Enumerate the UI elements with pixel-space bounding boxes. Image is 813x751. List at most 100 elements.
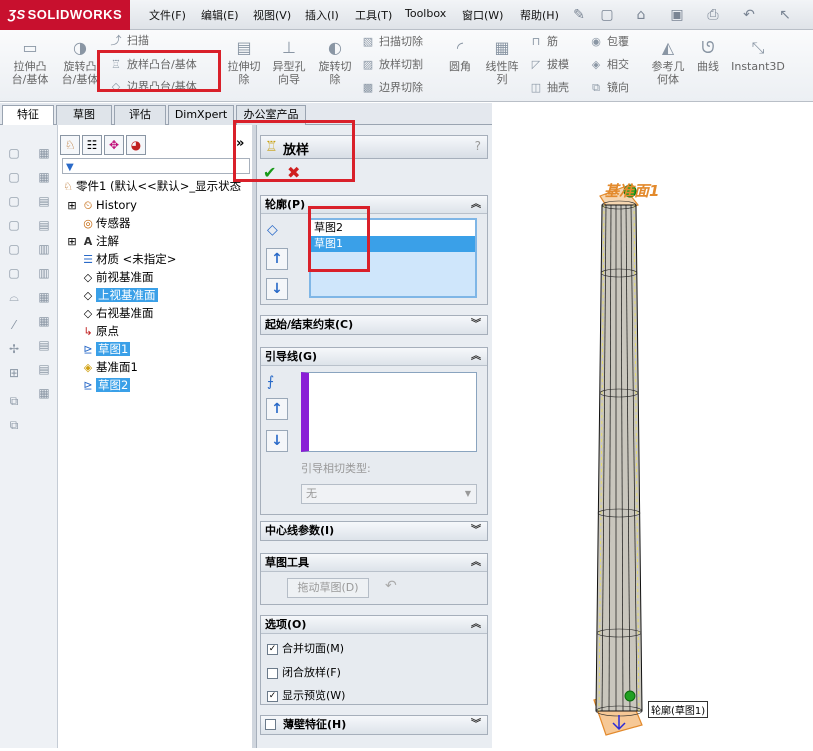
expand-icon[interactable]: ︾ — [471, 316, 481, 334]
open-file-icon[interactable]: ⌂ — [632, 6, 650, 24]
help-icon[interactable]: ? — [475, 139, 481, 153]
tree-item-plane1[interactable]: ◈ 基准面1 — [80, 358, 138, 376]
tree-item-material[interactable]: ☰ 材质 <未指定> — [80, 250, 176, 268]
tab-sketch[interactable]: 草图 — [56, 105, 112, 125]
select-icon[interactable]: ↖ — [776, 6, 794, 24]
point-icon[interactable]: ✢ — [5, 341, 23, 357]
table-icon[interactable]: ▤ — [35, 337, 53, 353]
table-icon[interactable]: ▦ — [35, 145, 53, 161]
intersect-button[interactable]: ◈ 相交 — [588, 56, 629, 74]
menu-window[interactable]: 窗口(W) — [462, 7, 503, 23]
tab-evaluate[interactable]: 评估 — [114, 105, 166, 125]
table-icon[interactable]: ▦ — [35, 313, 53, 329]
boundary-cut-button[interactable]: ▩ 边界切除 — [360, 79, 423, 97]
print-icon[interactable]: ⎙ — [704, 6, 722, 24]
tree-item-sketch1[interactable]: ⊵ 草图1 — [80, 340, 131, 358]
feature-manager-icon[interactable]: ♘ — [60, 135, 80, 155]
constraints-header[interactable]: 起始/结束约束(C) ︾ — [261, 316, 487, 334]
table-icon[interactable]: ▤ — [35, 193, 53, 209]
display-manager-icon[interactable]: ◕ — [126, 135, 146, 155]
shell-button[interactable]: ◫ 抽壳 — [528, 79, 569, 97]
tab-features[interactable]: 特征 — [2, 105, 54, 125]
linear-pattern-button[interactable]: ▦ 线性阵 列 — [480, 38, 524, 86]
lofted-cut-button[interactable]: ▨ 放样切割 — [360, 56, 423, 74]
table-icon[interactable]: ▥ — [35, 265, 53, 281]
menu-edit[interactable]: 编辑(E) — [201, 7, 239, 23]
pin-icon[interactable]: ✎ — [570, 6, 588, 24]
move-up-button[interactable]: ↑ — [266, 248, 288, 270]
table-icon[interactable]: ▦ — [35, 289, 53, 305]
merge-tangent-checkbox[interactable]: ✓ 合并切面(M) — [267, 640, 344, 656]
tangency-type-select[interactable]: 无 ▼ — [301, 484, 477, 504]
relation-icon[interactable]: ⊞ — [5, 365, 23, 381]
table-icon[interactable]: ▥ — [35, 241, 53, 257]
tree-item-sketch2[interactable]: ⊵ 草图2 — [80, 376, 131, 394]
expand-icon[interactable]: ⊞ — [64, 233, 80, 251]
profiles-header[interactable]: 轮廓(P) ︽ — [261, 196, 487, 214]
undo-icon[interactable]: ↶ — [385, 578, 397, 594]
table-icon[interactable]: ▦ — [35, 385, 53, 401]
tree-item-top-plane[interactable]: ◇ 上视基准面 — [80, 286, 158, 304]
tree-filter[interactable]: ▼ — [62, 158, 250, 174]
table-icon[interactable]: ▤ — [35, 361, 53, 377]
wrap-button[interactable]: ◉ 包覆 — [588, 33, 629, 51]
box-icon[interactable]: ▢ — [5, 265, 23, 281]
show-preview-checkbox[interactable]: ✓ 显示预览(W) — [267, 687, 345, 703]
tree-item-right-plane[interactable]: ◇ 右视基准面 — [80, 304, 154, 322]
reference-geometry-button[interactable]: ◭ 参考几 何体 — [646, 38, 690, 86]
tab-dimxpert[interactable]: DimXpert — [168, 105, 234, 125]
copy-icon[interactable]: ⧉ — [5, 417, 23, 433]
menu-file[interactable]: 文件(F) — [149, 7, 186, 23]
thin-feature-checkbox[interactable] — [265, 719, 276, 730]
menu-view[interactable]: 视图(V) — [253, 7, 291, 23]
move-down-button[interactable]: ↓ — [266, 430, 288, 452]
tree-item-annotations[interactable]: ⊞ A 注解 — [64, 232, 119, 250]
collapse-icon[interactable]: ︽ — [471, 196, 481, 214]
checkbox-checked[interactable]: ✓ — [267, 690, 278, 702]
property-manager-icon[interactable]: ☷ — [82, 135, 102, 155]
drag-sketch-button[interactable]: 拖动草图(D) — [287, 578, 369, 598]
guide-curves-header[interactable]: 引导线(G) ︽ — [261, 348, 487, 366]
options-header[interactable]: 选项(O) ︽ — [261, 616, 487, 634]
table-icon[interactable]: ▤ — [35, 217, 53, 233]
swept-cut-button[interactable]: ▧ 扫描切除 — [360, 33, 423, 51]
fillet-button[interactable]: ◜ 圆角 — [442, 38, 478, 73]
menu-tools[interactable]: 工具(T) — [355, 7, 392, 23]
revolve-cut-button[interactable]: ◐ 旋转切 除 — [313, 38, 357, 86]
mirror-button[interactable]: ⧉ 镜向 — [588, 79, 629, 97]
checkbox-unchecked[interactable] — [267, 667, 278, 679]
tree-item-front-plane[interactable]: ◇ 前视基准面 — [80, 268, 154, 286]
sweep-button[interactable]: ⤴ 扫描 — [108, 32, 150, 50]
copy-icon[interactable]: ⧉ — [5, 393, 23, 409]
menu-help[interactable]: 帮助(H) — [520, 7, 559, 23]
rib-button[interactable]: ⊓ 筋 — [528, 33, 558, 51]
expand-icon[interactable]: ⊞ — [64, 197, 80, 215]
guide-curves-list[interactable] — [301, 372, 477, 452]
new-file-icon[interactable]: ▢ — [598, 6, 616, 24]
box-icon[interactable]: ▢ — [5, 241, 23, 257]
configuration-manager-icon[interactable]: ✥ — [104, 135, 124, 155]
expand-icon[interactable]: ︾ — [471, 716, 481, 734]
checkbox-checked[interactable]: ✓ — [267, 643, 278, 655]
cylinder-icon[interactable]: ⌓ — [5, 289, 23, 305]
collapse-icon[interactable]: ︽ — [471, 554, 481, 572]
line-icon[interactable]: ⁄ — [5, 317, 23, 333]
box-icon[interactable]: ▢ — [5, 169, 23, 185]
box-icon[interactable]: ▢ — [5, 217, 23, 233]
box-icon[interactable]: ▢ — [5, 193, 23, 209]
expand-icon[interactable]: ︾ — [471, 522, 481, 540]
move-up-button[interactable]: ↑ — [266, 398, 288, 420]
tree-item-sensors[interactable]: ◎ 传感器 — [80, 214, 130, 232]
close-loft-checkbox[interactable]: 闭合放样(F) — [267, 664, 341, 680]
save-icon[interactable]: ▣ — [668, 6, 686, 24]
instant3d-button[interactable]: ⤡ Instant3D — [730, 38, 786, 73]
draft-button[interactable]: ◸ 拔模 — [528, 56, 569, 74]
collapse-icon[interactable]: ︽ — [471, 348, 481, 366]
centerline-header[interactable]: 中心线参数(I) ︾ — [261, 522, 487, 540]
tree-root-part[interactable]: ♘ 零件1 (默认<<默认>_显示状态 — [60, 177, 241, 195]
extrude-boss-button[interactable]: ▭ 拉伸凸 台/基体 — [6, 38, 54, 86]
graphics-viewport[interactable]: 基准面1 轮廓(草图1) — [492, 103, 813, 748]
undo-icon[interactable]: ↶ — [740, 6, 758, 24]
sketch-tools-header[interactable]: 草图工具 ︽ — [261, 554, 487, 572]
tree-item-origin[interactable]: ↳ 原点 — [80, 322, 119, 340]
